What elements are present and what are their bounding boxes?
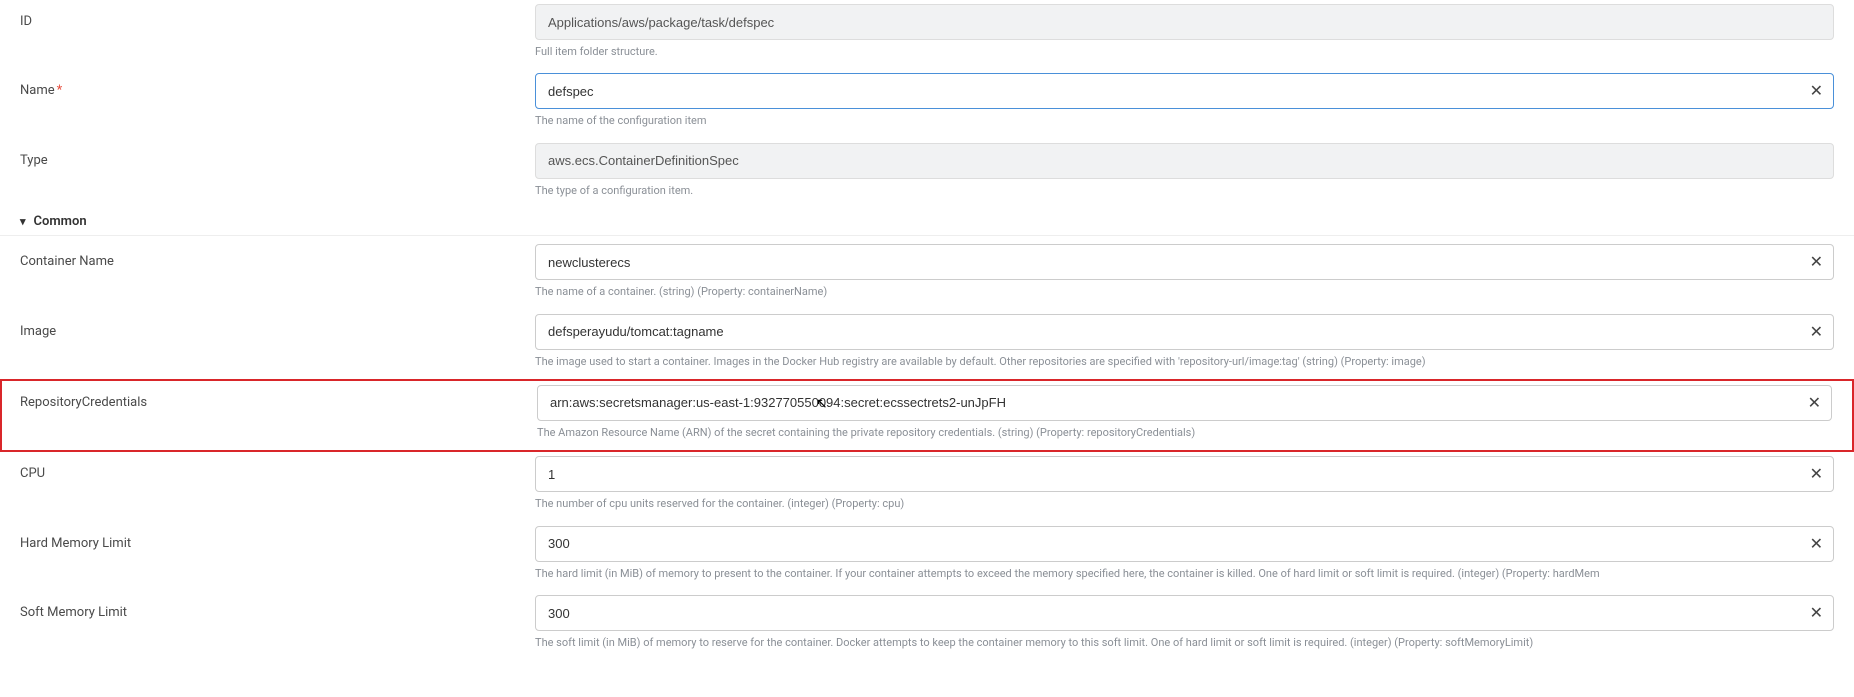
- field-row-id: ID Full item folder structure.: [0, 0, 1854, 69]
- required-asterisk: *: [57, 83, 63, 98]
- field-row-name: Name* ✕ The name of the configuration it…: [0, 69, 1854, 138]
- chevron-down-icon: ▾: [20, 215, 26, 228]
- help-cpu: The number of cpu units reserved for the…: [535, 496, 1834, 511]
- id-field: [536, 5, 1833, 39]
- clear-container-name-button[interactable]: ✕: [1800, 245, 1833, 279]
- soft-memory-limit-field[interactable]: [536, 596, 1800, 630]
- cpu-field[interactable]: [536, 457, 1800, 491]
- help-repository-credentials: The Amazon Resource Name (ARN) of the se…: [537, 425, 1832, 440]
- field-row-hard-memory-limit: Hard Memory Limit ✕ The hard limit (in M…: [0, 522, 1854, 591]
- help-hard-memory-limit: The hard limit (in MiB) of memory to pre…: [535, 566, 1834, 581]
- id-input-wrap: [535, 4, 1834, 40]
- cpu-input-wrap: ✕: [535, 456, 1834, 492]
- label-container-name: Container Name: [0, 244, 535, 269]
- repository-credentials-field[interactable]: [538, 386, 1798, 420]
- soft-memory-limit-input-wrap: ✕: [535, 595, 1834, 631]
- type-field: [536, 144, 1833, 178]
- hard-memory-limit-input-wrap: ✕: [535, 526, 1834, 562]
- section-title-common: Common: [34, 214, 87, 229]
- image-field[interactable]: [536, 315, 1800, 349]
- close-icon: ✕: [1810, 464, 1823, 484]
- label-id: ID: [0, 4, 535, 29]
- image-input-wrap: ✕: [535, 314, 1834, 350]
- help-type: The type of a configuration item.: [535, 183, 1834, 198]
- help-id: Full item folder structure.: [535, 44, 1834, 59]
- help-name: The name of the configuration item: [535, 113, 1834, 128]
- name-input-wrap: ✕: [535, 73, 1834, 109]
- clear-hard-memory-limit-button[interactable]: ✕: [1800, 527, 1833, 561]
- clear-soft-memory-limit-button[interactable]: ✕: [1800, 596, 1833, 630]
- field-row-cpu: CPU ✕ The number of cpu units reserved f…: [0, 452, 1854, 521]
- section-header-common[interactable]: ▾ Common: [0, 208, 1854, 236]
- field-row-image: Image ✕ The image used to start a contai…: [0, 310, 1854, 379]
- close-icon: ✕: [1810, 81, 1823, 101]
- label-hard-memory-limit: Hard Memory Limit: [0, 526, 535, 551]
- field-row-repository-credentials: RepositoryCredentials ✕ The Amazon Resou…: [0, 379, 1854, 452]
- clear-repository-credentials-button[interactable]: ✕: [1798, 386, 1831, 420]
- help-container-name: The name of a container. (string) (Prope…: [535, 284, 1834, 299]
- label-repository-credentials: RepositoryCredentials: [2, 385, 537, 410]
- label-image: Image: [0, 314, 535, 339]
- clear-image-button[interactable]: ✕: [1800, 315, 1833, 349]
- label-type: Type: [0, 143, 535, 168]
- hard-memory-limit-field[interactable]: [536, 527, 1800, 561]
- close-icon: ✕: [1810, 252, 1823, 272]
- close-icon: ✕: [1810, 534, 1823, 554]
- field-row-type: Type The type of a configuration item.: [0, 139, 1854, 208]
- close-icon: ✕: [1810, 603, 1823, 623]
- clear-name-button[interactable]: ✕: [1800, 74, 1833, 108]
- help-image: The image used to start a container. Ima…: [535, 354, 1834, 369]
- close-icon: ✕: [1808, 393, 1821, 413]
- field-row-container-name: Container Name ✕ The name of a container…: [0, 240, 1854, 309]
- type-input-wrap: [535, 143, 1834, 179]
- label-name: Name*: [0, 73, 535, 98]
- label-cpu: CPU: [0, 456, 535, 481]
- container-name-field[interactable]: [536, 245, 1800, 279]
- repository-credentials-input-wrap: ✕: [537, 385, 1832, 421]
- field-row-soft-memory-limit: Soft Memory Limit ✕ The soft limit (in M…: [0, 591, 1854, 660]
- container-name-input-wrap: ✕: [535, 244, 1834, 280]
- name-field[interactable]: [536, 74, 1800, 108]
- help-soft-memory-limit: The soft limit (in MiB) of memory to res…: [535, 635, 1834, 650]
- label-soft-memory-limit: Soft Memory Limit: [0, 595, 535, 620]
- clear-cpu-button[interactable]: ✕: [1800, 457, 1833, 491]
- close-icon: ✕: [1810, 322, 1823, 342]
